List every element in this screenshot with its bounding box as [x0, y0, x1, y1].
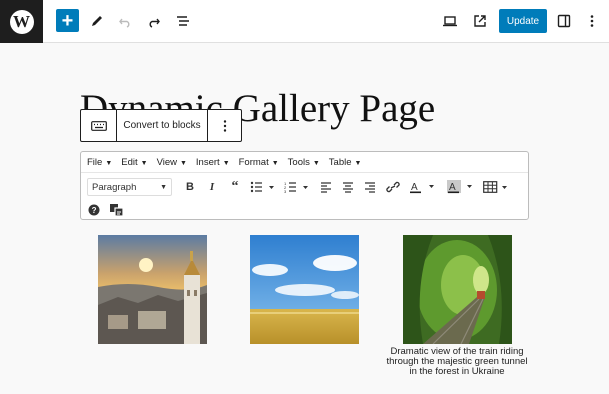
svg-text:A: A — [449, 182, 456, 193]
document-overview-button[interactable] — [171, 9, 195, 33]
caret-down-icon: ▼ — [312, 159, 320, 167]
menu-edit[interactable]: Edit ▼ — [121, 157, 147, 168]
menu-format[interactable]: Format ▼ — [239, 157, 279, 168]
options-menu-button[interactable] — [580, 9, 604, 33]
background-color-icon[interactable]: A — [447, 178, 477, 196]
update-button[interactable]: Update — [499, 9, 547, 33]
redo-icon — [149, 18, 160, 28]
caret-down-icon: ▼ — [271, 159, 279, 167]
text-color-icon[interactable]: A — [409, 178, 439, 196]
svg-text:A: A — [411, 182, 418, 193]
external-link-icon — [474, 15, 486, 27]
menu-label: Insert — [195, 156, 220, 168]
vertical-ellipsis-icon — [590, 15, 594, 27]
format-select-value: Paragraph — [92, 181, 137, 193]
align-left-icon[interactable] — [319, 178, 333, 196]
italic-icon[interactable]: I — [205, 178, 219, 196]
keyboard-icon — [90, 120, 107, 131]
bold-icon[interactable]: B — [183, 178, 197, 196]
classic-menubar: File ▼ Edit ▼ View ▼ Insert ▼ Format ▼ Tools ▼… — [81, 152, 528, 173]
gallery-image-caption[interactable]: Dramatic view of the train riding throug… — [382, 347, 532, 377]
list-view-icon — [177, 16, 189, 26]
block-toolbar: Convert to blocks — [80, 109, 242, 142]
menu-label: View — [156, 156, 177, 168]
caret-down-icon: ▼ — [222, 159, 230, 167]
view-post-button[interactable] — [468, 9, 492, 33]
add-block-button[interactable]: + — [56, 9, 79, 32]
gallery-image-kyiv-sunset[interactable] — [98, 235, 207, 344]
convert-to-blocks-button[interactable]: Convert to blocks — [117, 110, 208, 141]
undo-icon — [119, 18, 130, 28]
caret-down-icon: ▼ — [354, 159, 362, 167]
undo-button[interactable] — [113, 9, 137, 33]
numbered-list-icon[interactable]: 123 — [283, 178, 311, 196]
classic-editor: File ▼ Edit ▼ View ▼ Insert ▼ Format ▼ Tools ▼… — [80, 151, 529, 220]
menu-table[interactable]: Table ▼ — [329, 157, 362, 168]
menu-insert[interactable]: Insert ▼ — [196, 157, 230, 168]
menu-file[interactable]: File ▼ — [87, 157, 112, 168]
caret-down-icon: ▼ — [160, 183, 167, 191]
classic-format-toolbar: Paragraph ▼ B I “ 123 A A — [87, 178, 527, 198]
redo-button[interactable] — [142, 9, 166, 33]
classic-block-type-button[interactable] — [81, 110, 117, 141]
table-icon[interactable] — [483, 178, 511, 196]
caret-down-icon: ▼ — [179, 159, 187, 167]
svg-text:3: 3 — [284, 189, 287, 193]
help-icon[interactable]: ? — [87, 201, 101, 219]
menu-label: Edit — [121, 156, 138, 168]
menu-label: Tools — [287, 156, 310, 168]
align-right-icon[interactable] — [363, 178, 377, 196]
laptop-icon — [443, 16, 457, 27]
tools-button[interactable] — [85, 9, 109, 33]
convert-block-icon[interactable] — [109, 201, 125, 219]
align-center-icon[interactable] — [341, 178, 355, 196]
menu-tools[interactable]: Tools ▼ — [288, 157, 320, 168]
wordpress-logo[interactable]: W — [0, 0, 43, 43]
menu-label: Format — [238, 156, 269, 168]
menu-view[interactable]: View ▼ — [157, 157, 187, 168]
sidebar-icon — [557, 14, 571, 28]
caret-down-icon: ▼ — [140, 159, 148, 167]
plus-icon: + — [61, 9, 74, 32]
editor-header: W + Update — [0, 0, 609, 43]
preview-button[interactable] — [438, 9, 462, 33]
wordpress-icon: W — [9, 9, 34, 34]
menu-label: Table — [328, 156, 352, 168]
vertical-ellipsis-icon — [223, 119, 226, 132]
blockquote-icon[interactable]: “ — [227, 178, 243, 196]
menu-label: File — [87, 156, 103, 168]
svg-text:?: ? — [92, 206, 97, 215]
settings-sidebar-button[interactable] — [552, 9, 576, 33]
pencil-icon — [92, 16, 102, 26]
paragraph-format-select[interactable]: Paragraph ▼ — [87, 178, 172, 196]
gallery-image-tunnel-of-love[interactable] — [403, 235, 512, 344]
classic-secondary-toolbar: ? — [87, 201, 147, 219]
gallery-image-wheat-field[interactable] — [250, 235, 359, 344]
link-icon[interactable] — [385, 178, 401, 196]
caret-down-icon: ▼ — [105, 159, 113, 167]
block-options-button[interactable] — [208, 110, 241, 141]
bullet-list-icon[interactable] — [249, 178, 277, 196]
